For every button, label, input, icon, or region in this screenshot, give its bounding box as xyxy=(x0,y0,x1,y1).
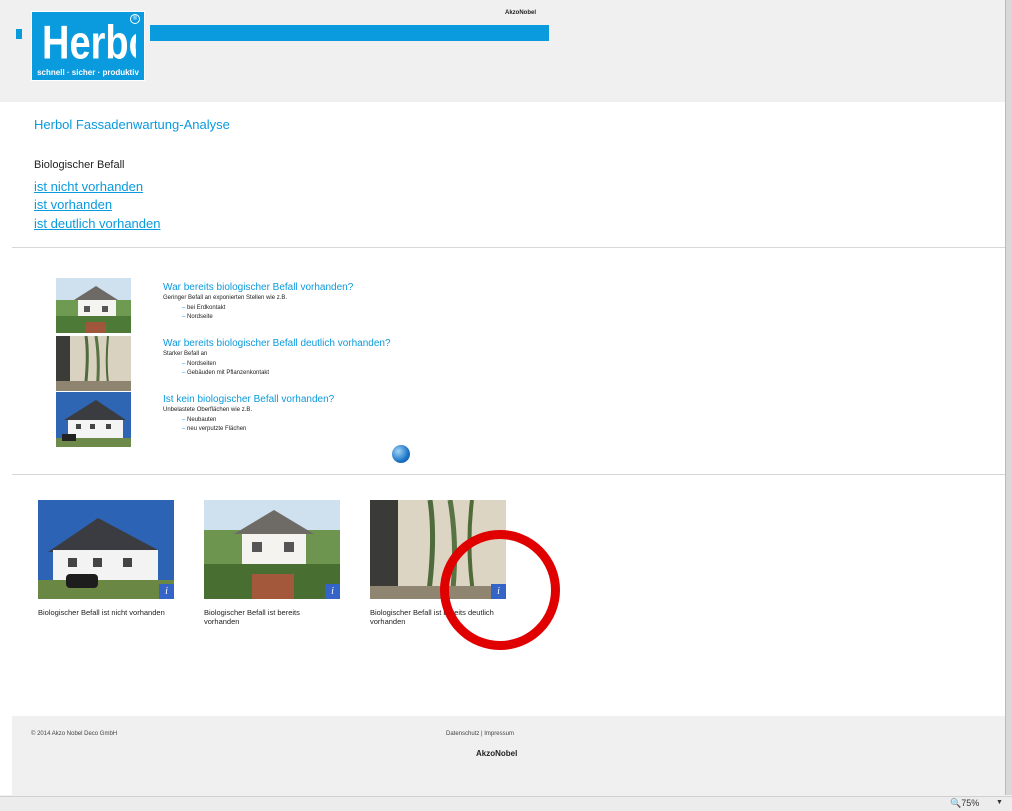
logo-wordmark: Herbol xyxy=(42,23,136,63)
option-clearly-present-link[interactable]: ist deutlich vorhanden xyxy=(34,216,160,231)
imprint-link[interactable]: Impressum xyxy=(484,731,514,737)
header-bar xyxy=(150,25,549,41)
akzonobel-brand-top: AkzoNobel xyxy=(505,10,537,16)
question-title: War bereits biologischer Befall vorhande… xyxy=(163,282,354,293)
question-bullet: neu verputzte Flächen xyxy=(182,426,246,432)
question-bullet: Nordseite xyxy=(182,314,213,320)
zoom-icon: 🔍 xyxy=(950,798,962,808)
page-title: Herbol Fassadenwartung-Analyse xyxy=(34,117,230,132)
option-present-link[interactable]: ist vorhanden xyxy=(34,197,112,212)
question-title: War bereits biologischer Befall deutlich… xyxy=(163,338,391,349)
herbol-logo[interactable]: ® Herbol schnell · sicher · produktiv xyxy=(31,11,145,81)
card-not-present-image[interactable]: i xyxy=(38,500,174,599)
info-icon[interactable]: i xyxy=(159,584,174,599)
question-title: Ist kein biologischer Befall vorhanden? xyxy=(163,394,335,405)
card-present-image[interactable]: i xyxy=(204,500,340,599)
logo-tagline: schnell · sicher · produktiv xyxy=(37,68,139,77)
header: ® Herbol schnell · sicher · produktiv Ak… xyxy=(0,0,1005,102)
globe-icon[interactable] xyxy=(392,445,410,463)
copyright: © 2014 Akzo Nobel Deco GmbH xyxy=(31,731,118,737)
facade-thumb-algae xyxy=(56,336,131,391)
divider xyxy=(12,247,1005,248)
zoom-level[interactable]: 🔍75% xyxy=(950,798,979,809)
annotation-circle xyxy=(440,530,560,650)
link-separator: | xyxy=(481,731,483,737)
section-label: Biologischer Befall xyxy=(34,159,125,171)
divider xyxy=(12,474,1005,475)
info-icon[interactable]: i xyxy=(325,584,340,599)
question-bullet: bei Erdkontakt xyxy=(182,305,225,311)
chevron-down-icon[interactable]: ▼ xyxy=(996,799,1003,806)
akzonobel-brand-footer: AkzoNobel xyxy=(476,749,518,758)
question-subtitle: Unbelastete Oberflächen wie z.B. xyxy=(163,407,253,413)
privacy-link[interactable]: Datenschutz xyxy=(446,731,479,737)
question-bullet: Nordseiten xyxy=(182,361,216,367)
page: ® Herbol schnell · sicher · produktiv Ak… xyxy=(0,0,1005,795)
header-square xyxy=(16,29,22,39)
status-bar xyxy=(0,796,1012,811)
scrollbar[interactable] xyxy=(1005,0,1012,795)
question-bullet: Gebäuden mit Pflanzenkontakt xyxy=(182,370,269,376)
card-caption: Biologischer Befall ist nicht vorhanden xyxy=(38,608,165,617)
question-subtitle: Starker Befall an xyxy=(163,351,208,357)
question-subtitle: Geringer Befall an exponierten Stellen w… xyxy=(163,295,288,301)
house-thumb-garden xyxy=(56,278,131,333)
question-bullet: Neubauten xyxy=(182,417,216,423)
card-caption: Biologischer Befall ist bereits vorhande… xyxy=(204,608,300,626)
footer-links: Datenschutz | Impressum xyxy=(446,731,514,737)
house-thumb-new xyxy=(56,392,131,447)
option-not-present-link[interactable]: ist nicht vorhanden xyxy=(34,179,143,194)
